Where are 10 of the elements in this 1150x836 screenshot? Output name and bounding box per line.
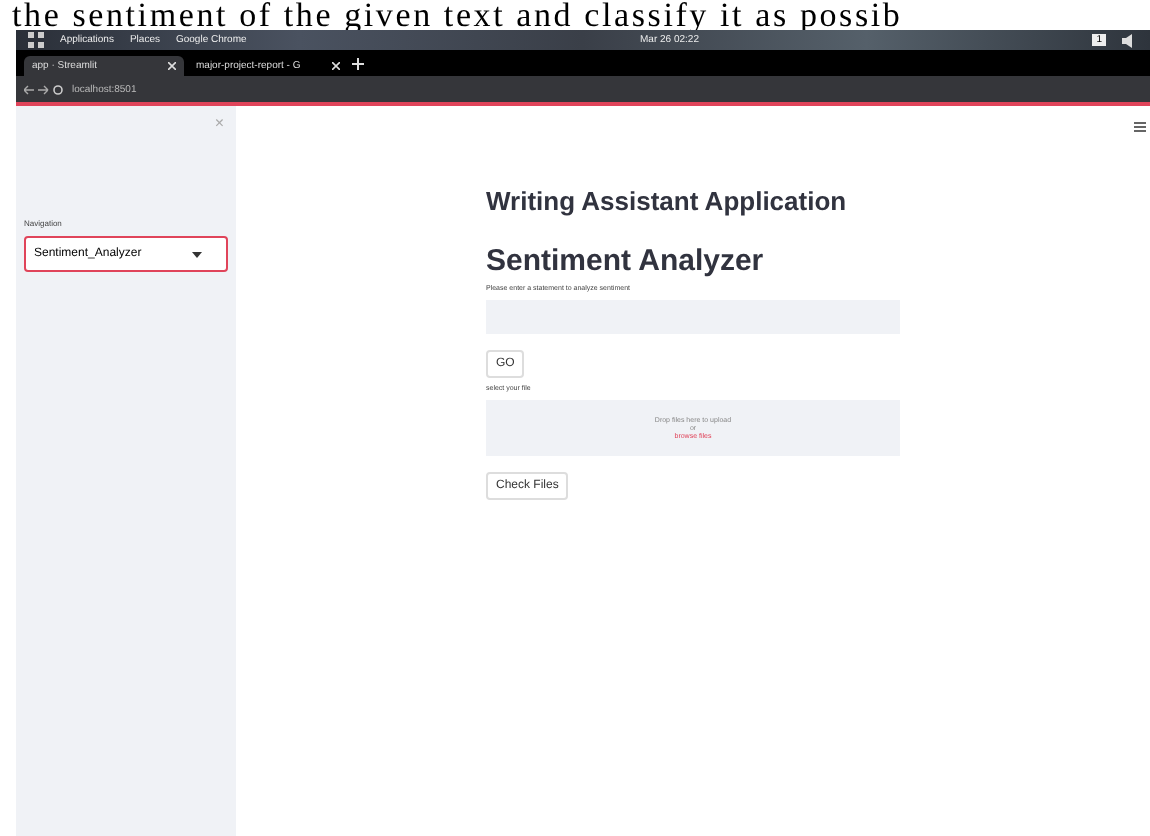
app-title: Writing Assistant Application <box>486 186 847 216</box>
menu-icon[interactable] <box>1134 122 1146 132</box>
new-tab-icon[interactable] <box>352 57 364 69</box>
document-text: the sentiment of the given text and classify it as possib <box>10 0 903 30</box>
navigation-arrows-icon[interactable] <box>24 83 64 95</box>
grid-icon[interactable] <box>28 32 44 48</box>
page-title: Sentiment Analyzer <box>486 244 764 278</box>
caret-icon <box>192 251 202 257</box>
close-tab-icon[interactable] <box>332 62 340 70</box>
close-tab-icon[interactable] <box>168 62 176 70</box>
